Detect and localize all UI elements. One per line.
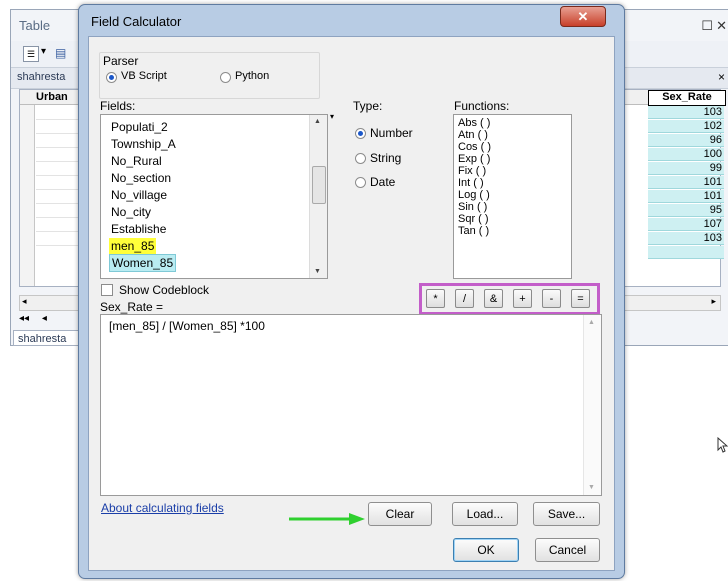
- fields-label: Fields:: [100, 99, 136, 113]
- related-tables-icon[interactable]: ▤: [55, 46, 66, 60]
- type-string-label[interactable]: String: [370, 151, 401, 165]
- function-item[interactable]: Tan ( ): [458, 226, 489, 237]
- add-operator-button[interactable]: +: [513, 289, 532, 308]
- expression-scrollbar[interactable]: ▲ ▼: [583, 315, 601, 495]
- field-item[interactable]: No_city: [109, 204, 153, 220]
- sex-rate-cell[interactable]: 101: [648, 190, 724, 203]
- divide-operator-button[interactable]: /: [455, 289, 474, 308]
- sex-rate-cell[interactable]: 96: [648, 134, 724, 147]
- fields-scrollbar[interactable]: ▲ ▼: [309, 115, 327, 278]
- field-item[interactable]: Populati_2: [109, 119, 170, 135]
- sex-rate-cell[interactable]: 99: [648, 162, 724, 175]
- green-arrow-icon: [289, 513, 365, 525]
- table-window-title: Table: [19, 18, 51, 33]
- table-tab[interactable]: shahresta: [17, 71, 65, 83]
- cancel-button[interactable]: Cancel: [535, 538, 600, 562]
- sex-rate-cell[interactable]: 103: [648, 232, 724, 245]
- about-calculating-fields-link[interactable]: About calculating fields: [101, 501, 224, 515]
- function-item[interactable]: Log ( ): [458, 190, 490, 201]
- function-item[interactable]: Sin ( ): [458, 202, 487, 213]
- function-item[interactable]: Int ( ): [458, 178, 484, 189]
- show-codeblock-checkbox[interactable]: [101, 284, 113, 296]
- sex-rate-column-header[interactable]: Sex_Rate: [648, 90, 726, 106]
- function-item[interactable]: Sqr ( ): [458, 214, 489, 225]
- sex-rate-cell[interactable]: 101: [648, 176, 724, 189]
- load-button[interactable]: Load...: [452, 502, 518, 526]
- field-item-women85[interactable]: Women_85: [109, 254, 177, 272]
- show-codeblock-label[interactable]: Show Codeblock: [119, 283, 209, 297]
- concatenate-operator-button[interactable]: &: [484, 289, 503, 308]
- parser-label: Parser: [101, 54, 141, 68]
- expression-textarea[interactable]: [men_85] / [Women_85] *100 ▲ ▼: [100, 314, 602, 496]
- functions-list[interactable]: Abs ( ) Atn ( ) Cos ( ) Exp ( ) Fix ( ) …: [453, 114, 572, 279]
- fields-list[interactable]: Populati_2 Township_A No_Rural No_sectio…: [100, 114, 328, 279]
- close-icon[interactable]: ✕: [716, 18, 727, 34]
- scrollbar-thumb[interactable]: [312, 166, 326, 204]
- mouse-cursor-icon: [717, 437, 728, 453]
- function-item[interactable]: Exp ( ): [458, 154, 490, 165]
- sex-rate-cell-empty[interactable]: [648, 246, 724, 259]
- scroll-right-icon[interactable]: ▸: [711, 296, 716, 307]
- field-item[interactable]: Establishe: [109, 221, 168, 237]
- equals-operator-button[interactable]: =: [571, 289, 590, 308]
- dialog-close-button[interactable]: ✕: [560, 6, 606, 27]
- type-date-label[interactable]: Date: [370, 175, 395, 189]
- field-item-men85[interactable]: men_85: [109, 238, 157, 254]
- table-options-icon[interactable]: ☰: [23, 46, 39, 62]
- save-button[interactable]: Save...: [533, 502, 600, 526]
- function-item[interactable]: Atn ( ): [458, 130, 488, 141]
- vbscript-label[interactable]: VB Script: [121, 70, 167, 82]
- vbscript-radio[interactable]: [106, 72, 117, 83]
- sex-rate-cell[interactable]: 107: [648, 218, 724, 231]
- sex-rate-cell[interactable]: 100: [648, 148, 724, 161]
- record-navigation: ◂◂ ◂: [19, 313, 47, 324]
- multiply-operator-button[interactable]: *: [426, 289, 445, 308]
- sex-rate-cell[interactable]: 103: [648, 106, 724, 119]
- scroll-up-icon[interactable]: ▲: [588, 319, 595, 326]
- field-item[interactable]: No_section: [109, 170, 173, 186]
- sex-rate-column: Sex_Rate 103 102 96 100 99 101 101 95 10…: [648, 90, 726, 270]
- table-bottom-tab[interactable]: shahresta: [13, 330, 83, 346]
- scroll-down-icon[interactable]: ▼: [588, 484, 595, 491]
- type-number-radio[interactable]: [355, 128, 366, 139]
- field-calculator-dialog: Field Calculator ✕ Parser VB Script Pyth…: [78, 4, 625, 579]
- tab-close-icon[interactable]: ×: [718, 70, 725, 84]
- fields-dropdown-icon[interactable]: ▾: [330, 112, 334, 121]
- previous-record-icon[interactable]: ◂: [42, 313, 47, 324]
- row-selector-column[interactable]: [20, 90, 35, 286]
- function-item[interactable]: Cos ( ): [458, 142, 491, 153]
- functions-label: Functions:: [454, 99, 510, 113]
- subtract-operator-button[interactable]: -: [542, 289, 561, 308]
- sex-rate-cell[interactable]: 102: [648, 120, 724, 133]
- field-item[interactable]: No_village: [109, 187, 169, 203]
- dialog-body: Parser VB Script Python Fields: Populati…: [88, 36, 615, 571]
- type-date-radio[interactable]: [355, 177, 366, 188]
- clear-button[interactable]: Clear: [368, 502, 432, 526]
- function-item[interactable]: Abs ( ): [458, 118, 490, 129]
- python-radio[interactable]: [220, 72, 231, 83]
- expression-text[interactable]: [men_85] / [Women_85] *100: [109, 319, 265, 333]
- ok-button[interactable]: OK: [453, 538, 519, 562]
- type-string-radio[interactable]: [355, 153, 366, 164]
- scroll-down-icon[interactable]: ▼: [314, 268, 321, 275]
- dialog-title: Field Calculator: [91, 14, 182, 29]
- scroll-up-icon[interactable]: ▲: [314, 118, 321, 125]
- maximize-icon[interactable]: ☐: [701, 18, 713, 34]
- first-record-icon[interactable]: ◂◂: [19, 313, 29, 324]
- type-label: Type:: [353, 99, 383, 113]
- urban-column-header[interactable]: Urban: [36, 91, 68, 103]
- python-label[interactable]: Python: [235, 70, 269, 82]
- type-number-label[interactable]: Number: [370, 126, 413, 140]
- target-field-label: Sex_Rate =: [100, 300, 164, 314]
- sex-rate-cell[interactable]: 95: [648, 204, 724, 217]
- function-item[interactable]: Fix ( ): [458, 166, 486, 177]
- scroll-left-icon[interactable]: ◂: [22, 296, 27, 307]
- field-item[interactable]: No_Rural: [109, 153, 164, 169]
- field-item[interactable]: Township_A: [109, 136, 178, 152]
- chevron-down-icon[interactable]: ▾: [41, 46, 46, 57]
